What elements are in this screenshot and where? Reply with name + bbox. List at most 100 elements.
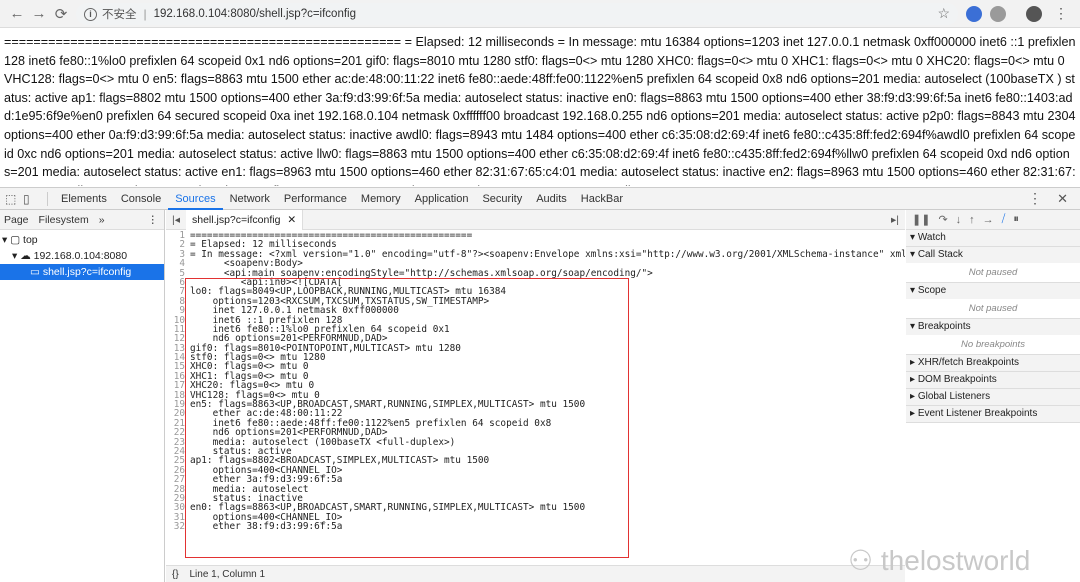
section-title: DOM Breakpoints — [917, 374, 997, 385]
collapse-icon[interactable]: ▸ — [910, 391, 918, 402]
address-bar[interactable]: i 不安全 | 192.168.0.104:8080/shell.jsp?c=i… — [76, 3, 958, 25]
section-header[interactable]: ▸ Event Listener Breakpoints — [906, 406, 1080, 422]
pretty-print-icon[interactable]: {} — [172, 569, 179, 580]
devtools-tab-elements[interactable]: Elements — [54, 188, 114, 210]
section-header[interactable]: ▸ Global Listeners — [906, 389, 1080, 405]
debugger-section: ▸ Global Listeners — [906, 389, 1080, 406]
close-tab-icon[interactable]: ✕ — [287, 214, 296, 226]
pause-icon[interactable]: ❚❚ — [912, 213, 930, 226]
tree-item-file[interactable]: ▭ shell.jsp?c=ifconfig — [0, 264, 164, 280]
devtools-tab-application[interactable]: Application — [408, 188, 476, 210]
editor-file-tab[interactable]: shell.jsp?c=ifconfig ✕ — [186, 209, 304, 230]
browser-toolbar: ← → ⟳ i 不安全 | 192.168.0.104:8080/shell.j… — [0, 0, 1080, 28]
section-title: Scope — [917, 285, 947, 296]
tree-label: shell.jsp?c=ifconfig — [42, 266, 132, 278]
close-devtools-icon[interactable]: ✕ — [1057, 191, 1068, 207]
step-icon[interactable]: → — [983, 214, 994, 226]
frame-icon: ▢ — [10, 234, 21, 246]
page-output: ========================================… — [4, 35, 1076, 186]
editor-tab-label: shell.jsp?c=ifconfig — [192, 213, 281, 226]
navigator-pane: Page Filesystem » ⋮ ▾ ▢ top ▾ ☁ 192.168.… — [0, 210, 165, 582]
url-separator: | — [143, 7, 147, 21]
bookmark-star-icon[interactable]: ☆ — [937, 5, 950, 22]
info-icon[interactable]: i — [84, 7, 97, 21]
devtools-tab-sources[interactable]: Sources — [168, 188, 223, 210]
code-line[interactable]: 32 ether 38:f9:d3:99:6f:5a — [166, 521, 905, 533]
expand-icon[interactable]: ▾ — [12, 250, 17, 262]
tree-item-host[interactable]: ▾ ☁ 192.168.0.104:8080 — [0, 248, 164, 264]
forward-icon[interactable]: → — [28, 5, 50, 22]
collapse-icon[interactable]: ▸ — [910, 357, 918, 368]
wechat-icon: ⚇ — [848, 545, 874, 576]
reload-icon[interactable]: ⟳ — [50, 5, 72, 23]
line-text: ether 38:f9:d3:99:6f:5a — [190, 521, 343, 533]
profile-avatar[interactable] — [1026, 6, 1042, 22]
line-number[interactable]: 32 — [166, 522, 188, 532]
devtools-tab-memory[interactable]: Memory — [354, 188, 408, 210]
debugger-toolbar: ❚❚ ↷ ↓ ↑ → ⧸ ⏸ — [906, 210, 1080, 230]
source-editor: |◂ shell.jsp?c=ifconfig ✕ ▸| 1 ==========… — [166, 209, 1030, 582]
extension-icon[interactable] — [966, 6, 982, 22]
section-title: Breakpoints — [917, 321, 971, 332]
debugger-sidebar: ❚❚ ↷ ↓ ↑ → ⧸ ⏸ ▾ Watch ▾ Call Stack Not pa… — [906, 210, 1080, 582]
expand-icon[interactable]: ▾ — [910, 285, 918, 296]
expand-icon[interactable]: ▾ — [910, 249, 918, 260]
devtools-panel: ⬚ ▯ Elements Console Sources Network Perform… — [0, 187, 1080, 582]
section-header[interactable]: ▾ Breakpoints — [906, 319, 1080, 335]
cursor-position: Line 1, Column 1 — [189, 569, 266, 580]
step-over-icon[interactable]: ↷ — [938, 213, 947, 226]
section-title: Global Listeners — [917, 391, 991, 402]
section-header[interactable]: ▾ Scope — [906, 283, 1080, 299]
section-header[interactable]: ▸ XHR/fetch Breakpoints — [906, 355, 1080, 371]
more-options-icon[interactable]: ⋮ — [1028, 190, 1042, 207]
section-header[interactable]: ▾ Call Stack — [906, 247, 1080, 263]
extension-icon[interactable] — [990, 6, 1006, 22]
devtools-tab-console[interactable]: Console — [114, 188, 168, 210]
editor-tabbar: |◂ shell.jsp?c=ifconfig ✕ ▸| — [166, 209, 905, 230]
step-out-icon[interactable]: ↑ — [969, 214, 975, 226]
debugger-section: ▸ Event Listener Breakpoints — [906, 406, 1080, 423]
debugger-section: ▸ DOM Breakpoints — [906, 372, 1080, 389]
section-header[interactable]: ▾ Watch — [906, 230, 1080, 246]
collapse-icon[interactable]: ▸ — [910, 374, 918, 385]
cloud-icon: ☁ — [20, 250, 31, 262]
expand-icon[interactable]: ▾ — [910, 321, 918, 332]
url-text[interactable]: 192.168.0.104:8080/shell.jsp?c=ifconfig — [154, 8, 356, 20]
devtools-tab-security[interactable]: Security — [475, 188, 529, 210]
tab-page[interactable]: Page — [4, 214, 29, 226]
devtools-tab-network[interactable]: Network — [223, 188, 277, 210]
debugger-section: ▾ Call Stack Not paused — [906, 247, 1080, 283]
debugger-section: ▾ Watch — [906, 230, 1080, 247]
deactivate-breakpoints-icon[interactable]: ⧸ — [1002, 213, 1006, 226]
collapse-icon[interactable]: ▾ — [910, 232, 918, 243]
security-label: 不安全 — [102, 9, 137, 21]
step-into-icon[interactable]: ↓ — [956, 214, 962, 226]
tree-item-top[interactable]: ▾ ▢ top — [0, 232, 164, 248]
file-icon: ▭ — [30, 266, 40, 278]
section-body: No breakpoints — [961, 339, 1025, 350]
back-icon[interactable]: ← — [6, 5, 28, 22]
code-view[interactable]: 1 =======================================… — [166, 231, 905, 564]
debugger-section: ▾ Scope Not paused — [906, 283, 1080, 319]
section-title: Watch — [917, 232, 946, 243]
expand-icon[interactable]: ▾ — [2, 234, 7, 246]
collapse-icon[interactable]: ▸ — [910, 408, 918, 419]
devtools-tabbar: ⬚ ▯ Elements Console Sources Network Perform… — [0, 188, 1080, 210]
debugger-section: ▸ XHR/fetch Breakpoints — [906, 355, 1080, 372]
menu-icon[interactable]: ⋮ — [1054, 5, 1068, 22]
tab-filesystem[interactable]: Filesystem — [39, 214, 89, 226]
section-title: XHR/fetch Breakpoints — [917, 357, 1019, 368]
section-header[interactable]: ▸ DOM Breakpoints — [906, 372, 1080, 388]
section-body: Not paused — [968, 267, 1018, 278]
editor-status-bar: {} Line 1, Column 1 — [166, 565, 905, 582]
more-tabs-icon[interactable]: » — [99, 214, 105, 226]
toggle-navigator-icon[interactable]: |◂ — [172, 214, 180, 226]
devtools-tab-hackbar[interactable]: HackBar — [574, 188, 630, 210]
navigator-menu-icon[interactable]: ⋮ — [148, 214, 159, 226]
device-toggle-icon[interactable]: ▯ — [23, 192, 41, 206]
devtools-tab-performance[interactable]: Performance — [277, 188, 354, 210]
toggle-debugger-icon[interactable]: ▸| — [891, 214, 899, 226]
pause-exceptions-icon[interactable]: ⏸ — [1013, 213, 1019, 226]
devtools-tab-audits[interactable]: Audits — [529, 188, 574, 210]
inspect-icon[interactable]: ⬚ — [5, 192, 23, 206]
